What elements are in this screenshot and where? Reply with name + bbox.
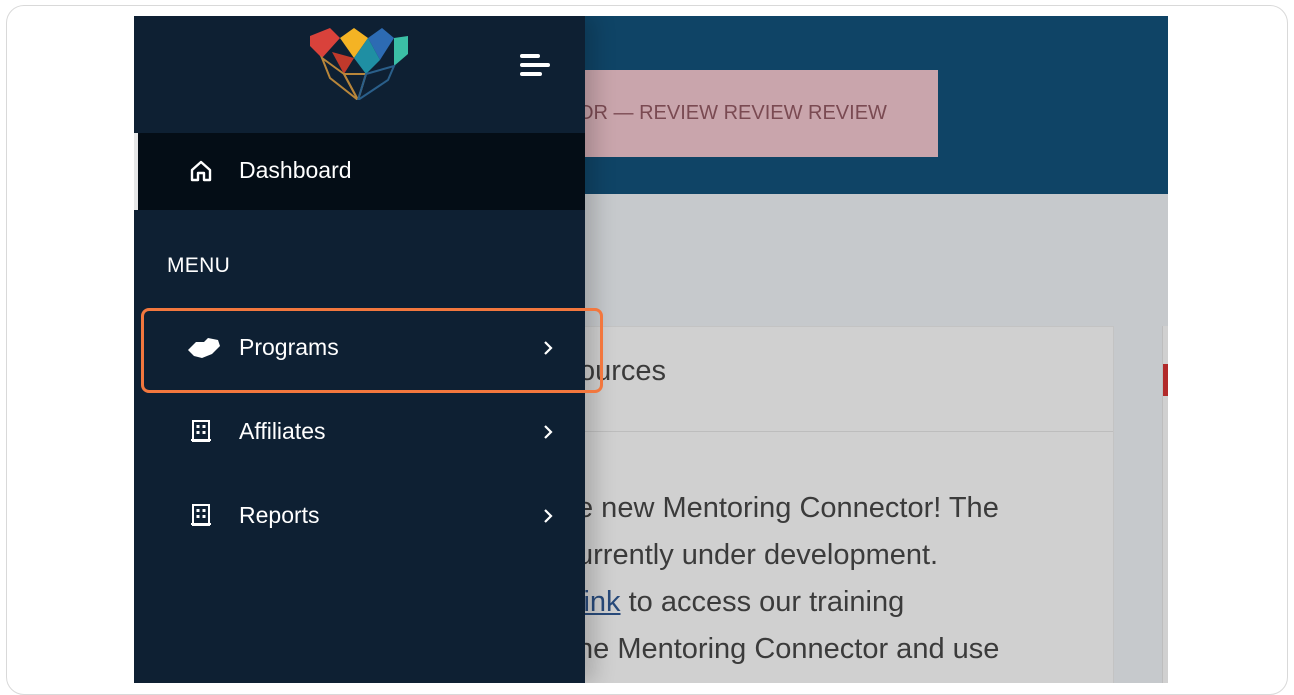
review-banner-text: OR — REVIEW REVIEW REVIEW: [578, 102, 887, 124]
card-line: ne Mentoring Connector and use: [577, 633, 1000, 665]
hamburger-bar: [520, 63, 550, 67]
home-icon: [190, 160, 212, 182]
active-indicator: [134, 133, 138, 210]
logo: [310, 28, 408, 100]
handshake-icon: [188, 338, 220, 358]
building-icon: [191, 504, 211, 526]
sidebar-item-affiliates[interactable]: Affiliates: [134, 402, 585, 462]
chevron-right-icon: [544, 509, 553, 523]
card-line: link to access our training: [577, 586, 905, 618]
review-banner: OR — REVIEW REVIEW REVIEW: [564, 70, 938, 157]
card-divider: [545, 431, 1113, 432]
chevron-right-icon: [544, 425, 553, 439]
sidebar-item-label: Reports: [239, 502, 320, 528]
menu-heading: MENU: [167, 254, 231, 277]
card-body: e new Mentoring Connector! The urrently …: [577, 485, 999, 673]
menu-toggle-button[interactable]: [520, 54, 550, 78]
side-card-accent: [1163, 364, 1168, 396]
sidebar-item-reports[interactable]: Reports: [134, 486, 585, 546]
sidebar-item-programs[interactable]: Programs: [134, 318, 585, 378]
building-icon: [191, 420, 211, 442]
app-viewport: OR — REVIEW REVIEW REVIEW ources e new M…: [134, 16, 1168, 683]
sidebar-item-label: Programs: [239, 334, 339, 360]
chevron-right-icon: [544, 341, 553, 355]
card-line: e new Mentoring Connector! The: [577, 492, 999, 524]
sidebar: Dashboard MENU Programs Affiliates Repor…: [134, 16, 585, 683]
hamburger-bar: [520, 54, 540, 58]
sidebar-item-dashboard[interactable]: Dashboard: [134, 133, 585, 210]
resources-card: ources e new Mentoring Connector! The ur…: [544, 326, 1114, 683]
sidebar-item-label: Affiliates: [239, 418, 326, 444]
hamburger-bar: [520, 72, 542, 76]
sidebar-item-label: Dashboard: [239, 157, 352, 183]
card-line: urrently under development.: [577, 539, 939, 571]
card-title: ources: [579, 355, 667, 387]
